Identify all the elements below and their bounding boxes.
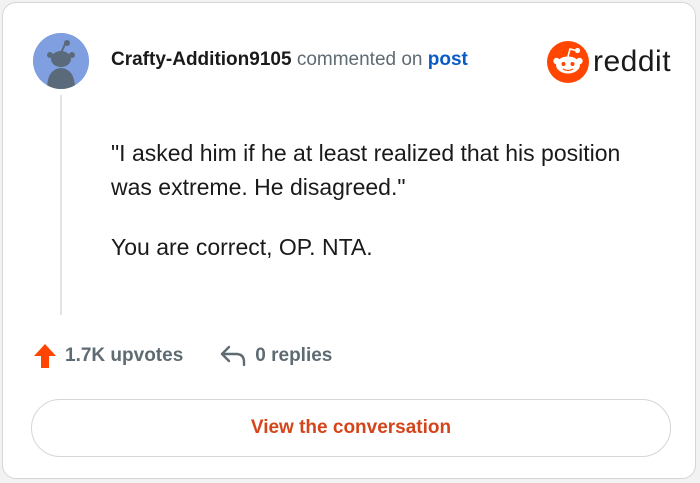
username-link[interactable]: Crafty-Addition9105	[111, 49, 292, 70]
reddit-logo[interactable]: reddit	[547, 41, 671, 83]
thread-line	[60, 95, 62, 315]
comment-header: Crafty-Addition9105 commented on post	[111, 49, 468, 71]
upvote-arrow-icon	[34, 344, 56, 368]
comment-quote: "I asked him if he at least realized tha…	[111, 140, 621, 200]
reply-count: 0 replies	[255, 345, 333, 366]
reddit-snoo-icon	[547, 41, 589, 83]
reddit-wordmark: reddit	[593, 45, 672, 78]
post-link[interactable]: post	[428, 49, 468, 70]
reply-arrow-icon	[221, 345, 246, 367]
upvote-button[interactable]: 1.7K upvotes	[33, 343, 183, 369]
commented-on-label: commented on	[296, 49, 423, 70]
upvote-count: 1.7K upvotes	[65, 345, 184, 366]
comment-body: "I asked him if he at least realized tha…	[111, 136, 651, 290]
comment-reply: You are correct, OP. NTA.	[111, 234, 373, 260]
reply-button[interactable]: 0 replies	[219, 344, 332, 368]
comment-card: Crafty-Addition9105 commented on post re…	[2, 2, 696, 479]
snoo-avatar-icon	[33, 33, 89, 89]
view-conversation-button[interactable]: View the conversation	[31, 399, 671, 457]
avatar[interactable]	[33, 33, 89, 89]
comment-actions: 1.7K upvotes 0 replies	[33, 343, 332, 369]
